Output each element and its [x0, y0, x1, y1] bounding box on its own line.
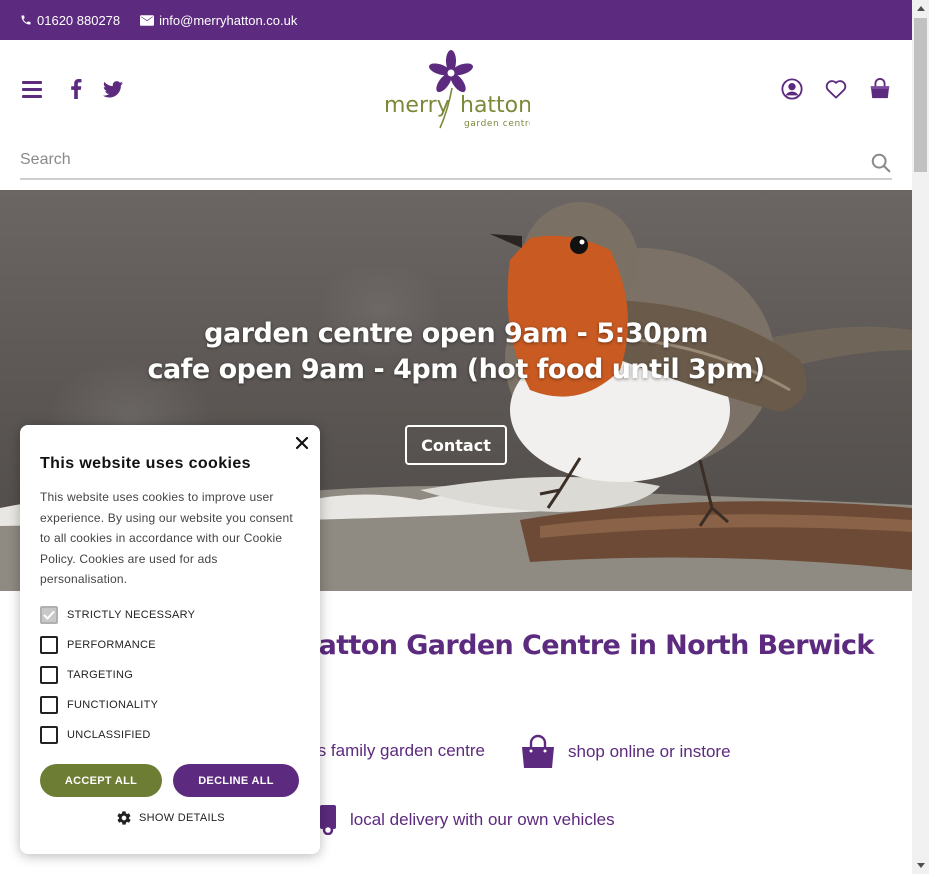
gear-icon [117, 811, 131, 825]
account-button[interactable] [780, 77, 804, 101]
cookie-dialog: This website uses cookies This website u… [20, 425, 320, 854]
scroll-down-arrow[interactable] [912, 857, 929, 874]
phone-link[interactable]: 01620 880278 [20, 13, 120, 28]
page-scrollbar[interactable] [912, 0, 929, 874]
search-input[interactable] [20, 146, 850, 174]
menu-icon [22, 80, 42, 98]
caret-down-icon [916, 863, 925, 868]
cookie-option-unclassified[interactable]: UNCLASSIFIED [40, 726, 151, 744]
cookie-option-performance[interactable]: PERFORMANCE [40, 636, 156, 654]
feature-delivery: local delivery with our own vehicles [318, 805, 615, 835]
caret-up-icon [916, 6, 925, 11]
page-headline: hatton Garden Centre in North Berwick [300, 630, 874, 661]
checkbox[interactable] [40, 636, 58, 654]
search-bar [20, 142, 892, 180]
check-icon [43, 610, 55, 620]
contact-button[interactable]: Contact [405, 425, 507, 465]
feature-shop-text: shop online or instore [568, 742, 731, 761]
twitter-icon [103, 80, 123, 97]
cookie-option-label: UNCLASSIFIED [67, 729, 151, 741]
email-address: info@merryhatton.co.uk [159, 12, 298, 28]
phone-icon [21, 15, 31, 25]
page: 01620 880278 info@merryhatton.co.uk merr… [0, 0, 912, 874]
logo-word-hatton: hatton [460, 93, 530, 118]
checkbox[interactable] [40, 726, 58, 744]
feature-family: n's family garden centre [305, 741, 485, 761]
decline-all-button[interactable]: DECLINE ALL [173, 764, 299, 797]
scrollbar-thumb[interactable] [914, 18, 927, 172]
phone-number: 01620 880278 [37, 12, 121, 28]
cookie-option-label: STRICTLY NECESSARY [67, 609, 196, 621]
shopping-bag-icon [522, 734, 554, 768]
delivery-van-icon [320, 805, 336, 835]
feature-family-text: n's family garden centre [305, 741, 485, 760]
cookie-title: This website uses cookies [40, 455, 251, 472]
menu-button[interactable] [20, 77, 44, 101]
feature-delivery-text: local delivery with our own vehicles [350, 810, 615, 829]
cookie-option-label: PERFORMANCE [67, 639, 156, 651]
feature-shop: shop online or instore [520, 734, 731, 770]
cookie-option-targeting[interactable]: TARGETING [40, 666, 133, 684]
top-bar: 01620 880278 info@merryhatton.co.uk [0, 0, 912, 40]
show-details-link[interactable]: SHOW DETAILS [116, 810, 225, 826]
facebook-link[interactable] [64, 77, 88, 101]
checkbox-checked[interactable] [40, 606, 58, 624]
opening-hours: garden centre open 9am - 5:30pm cafe ope… [0, 316, 912, 388]
hero-line-1: garden centre open 9am - 5:30pm [204, 318, 708, 349]
show-details-label: SHOW DETAILS [139, 812, 225, 824]
basket-button[interactable] [868, 77, 892, 101]
facebook-icon [71, 79, 82, 99]
twitter-link[interactable] [101, 77, 125, 101]
site-header: merry hatton garden centre [0, 40, 912, 140]
cookie-option-label: TARGETING [67, 669, 134, 681]
accept-all-button[interactable]: ACCEPT ALL [40, 764, 162, 797]
cookie-option-strictly-necessary[interactable]: STRICTLY NECESSARY [40, 606, 195, 624]
hero-line-2: cafe open 9am - 4pm (hot food until 3pm) [147, 354, 765, 385]
bag-icon [870, 78, 890, 99]
cookie-option-functionality[interactable]: FUNCTIONALITY [40, 696, 158, 714]
logo-tagline: garden centre [464, 119, 530, 129]
cookie-option-label: FUNCTIONALITY [67, 699, 159, 711]
logo-word-merry: merry [384, 93, 450, 118]
scroll-up-arrow[interactable] [912, 0, 929, 17]
checkbox[interactable] [40, 696, 58, 714]
email-link[interactable]: info@merryhatton.co.uk [140, 13, 297, 28]
flower-logo-icon: merry hatton garden centre [384, 50, 535, 129]
checkbox[interactable] [40, 666, 58, 684]
cookie-description: This website uses cookies to improve use… [40, 490, 293, 586]
search-icon[interactable] [870, 152, 892, 174]
close-icon[interactable] [294, 435, 310, 451]
site-logo[interactable]: merry hatton garden centre [382, 48, 535, 132]
wishlist-button[interactable] [824, 77, 848, 101]
envelope-icon [140, 14, 155, 26]
heart-icon [825, 80, 847, 99]
account-icon [781, 78, 803, 100]
